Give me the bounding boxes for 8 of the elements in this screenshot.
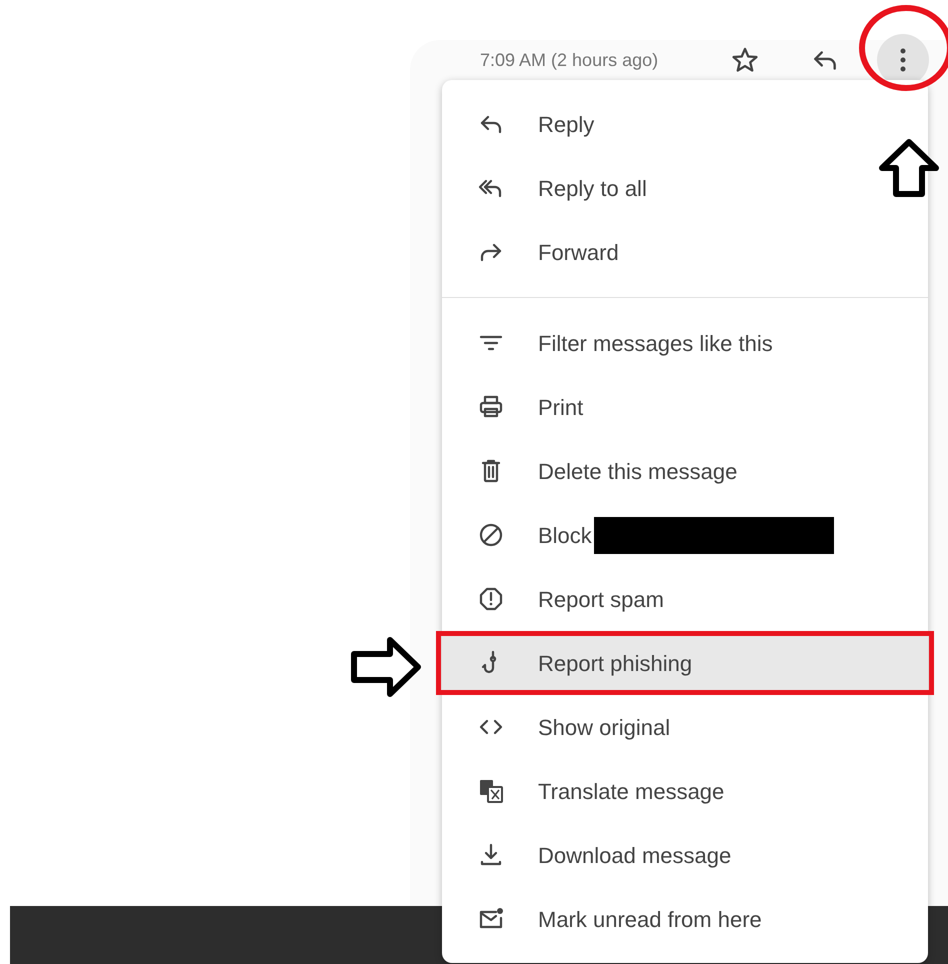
translate-icon <box>478 778 504 804</box>
alert-icon <box>478 586 504 612</box>
block-icon <box>478 522 504 548</box>
menu-item[interactable]: Report phishing <box>442 636 928 690</box>
download-icon <box>478 842 504 868</box>
timestamp: 7:09 AM (2 hours ago) <box>480 48 658 72</box>
more-icon <box>900 48 906 72</box>
printer-icon <box>478 394 504 420</box>
